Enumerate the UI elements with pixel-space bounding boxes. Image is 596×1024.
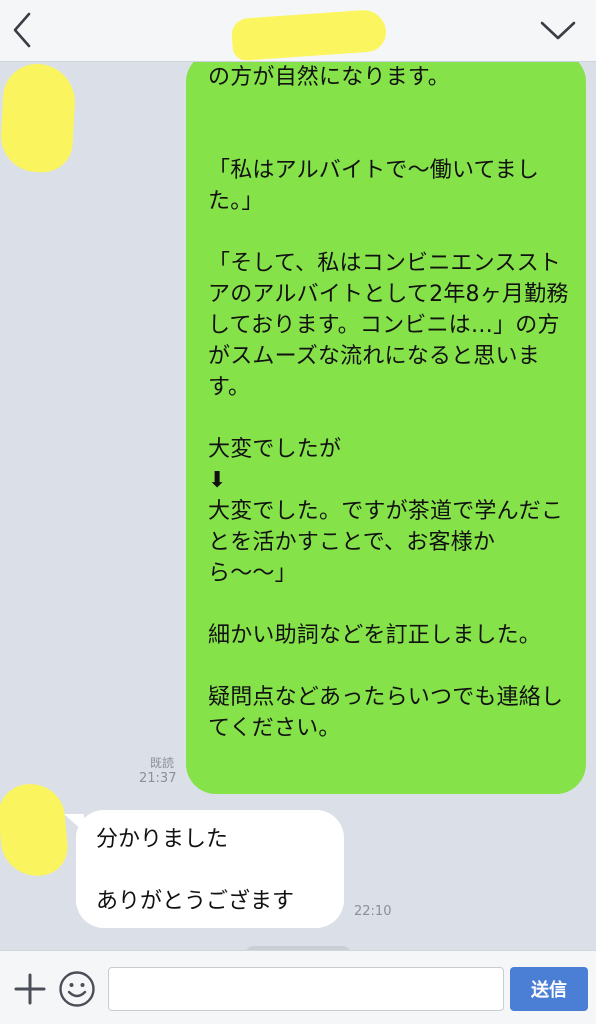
outgoing-message-bubble[interactable]: の方が自然になります。 「私はアルバイトで〜働いてました。」 「そして、私はコン…: [186, 62, 586, 794]
plus-icon: [14, 973, 46, 1005]
composer-bar: 送信: [0, 950, 596, 1024]
emoji-button[interactable]: [58, 970, 96, 1008]
incoming-message-bubble[interactable]: 分かりました ありがとうござます: [76, 810, 344, 928]
menu-toggle-button[interactable]: [538, 16, 578, 44]
chat-header: [0, 0, 596, 62]
title-redaction: [230, 8, 388, 62]
message-input[interactable]: [108, 967, 504, 1011]
smiley-icon: [59, 971, 95, 1007]
avatar-redaction: [0, 62, 77, 174]
outgoing-message-time: 21:37: [139, 771, 177, 786]
avatar-redaction: [0, 781, 70, 879]
add-attachment-button[interactable]: [12, 971, 48, 1007]
incoming-message-time: 22:10: [354, 904, 392, 919]
read-receipt: 既読: [150, 756, 175, 770]
message-list[interactable]: の方が自然になります。 「私はアルバイトで〜働いてました。」 「そして、私はコン…: [0, 62, 596, 950]
chevron-left-icon: [13, 12, 31, 48]
send-button[interactable]: 送信: [510, 967, 588, 1011]
chevron-down-icon: [540, 21, 576, 40]
back-button[interactable]: [8, 10, 36, 50]
